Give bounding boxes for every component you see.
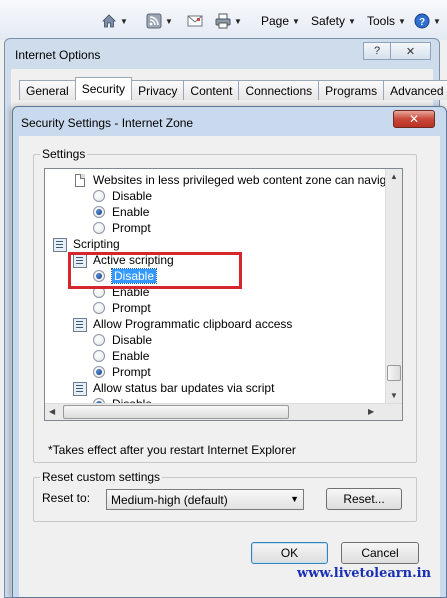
tab-programs[interactable]: Programs bbox=[318, 80, 385, 100]
script-icon bbox=[53, 237, 67, 252]
tab-general[interactable]: General bbox=[19, 80, 76, 100]
option-label: Disable bbox=[112, 333, 153, 347]
ie-command-bar: ▼ ▼ ▼ Page ▼ Safety ▼ Tools ▼ ? ▼ bbox=[0, 0, 447, 40]
reset-group-label: Reset custom settings bbox=[40, 470, 163, 484]
highlight-annotation-box bbox=[68, 252, 242, 289]
feeds-button[interactable]: ▼ bbox=[146, 12, 173, 30]
radio-button[interactable] bbox=[93, 302, 105, 314]
scroll-down-icon[interactable]: ▼ bbox=[390, 391, 398, 400]
radio-option[interactable]: Enable bbox=[93, 348, 149, 364]
document-icon bbox=[75, 173, 85, 187]
ok-button[interactable]: OK bbox=[251, 542, 328, 564]
tab-advanced[interactable]: Advanced bbox=[383, 80, 447, 100]
close-icon: ✕ bbox=[408, 112, 420, 126]
scroll-right-icon[interactable]: ▶ bbox=[368, 407, 374, 416]
tab-privacy[interactable]: Privacy bbox=[131, 80, 185, 100]
radio-option[interactable]: Enable bbox=[93, 204, 149, 220]
page-menu[interactable]: Page ▼ bbox=[261, 12, 300, 30]
home-button[interactable]: ▼ bbox=[101, 12, 128, 30]
close-button[interactable]: ✕ bbox=[393, 110, 435, 128]
setting-label: Websites in less privileged web content … bbox=[93, 173, 403, 187]
scroll-left-icon[interactable]: ◀ bbox=[49, 407, 55, 416]
radio-button[interactable] bbox=[93, 190, 105, 202]
tab-connections[interactable]: Connections bbox=[238, 80, 320, 100]
print-icon bbox=[215, 13, 231, 29]
list-item[interactable]: Allow status bar updates via script bbox=[73, 380, 274, 396]
radio-button[interactable] bbox=[93, 334, 105, 346]
home-icon bbox=[101, 13, 117, 29]
reset-to-label: Reset to: bbox=[42, 491, 91, 505]
radio-button[interactable] bbox=[93, 222, 105, 234]
radio-option[interactable]: Disable bbox=[93, 188, 152, 204]
cancel-button[interactable]: Cancel bbox=[341, 542, 419, 564]
option-label: Prompt bbox=[112, 301, 151, 315]
chevron-down-icon: ▼ bbox=[348, 16, 356, 26]
safety-menu-label: Safety bbox=[311, 14, 346, 28]
tools-menu-label: Tools bbox=[367, 14, 396, 28]
safety-menu[interactable]: Safety ▼ bbox=[311, 12, 356, 30]
option-label: Enable bbox=[112, 205, 150, 219]
help-icon: ? bbox=[414, 13, 430, 29]
radio-option[interactable]: Prompt bbox=[93, 364, 151, 380]
script-icon bbox=[73, 381, 87, 396]
radio-button[interactable] bbox=[93, 350, 105, 362]
option-label: Prompt bbox=[112, 365, 151, 379]
help-button[interactable]: ? bbox=[363, 42, 391, 60]
scroll-up-icon[interactable]: ▲ bbox=[390, 172, 398, 181]
reset-level-value: Medium-high (default) bbox=[111, 492, 228, 507]
help-button[interactable]: ? ▼ bbox=[414, 12, 441, 30]
internet-options-tabs: General Security Privacy Content Connect… bbox=[19, 77, 447, 100]
radio-button-selected[interactable] bbox=[93, 366, 105, 378]
horizontal-scroll-thumb[interactable] bbox=[63, 405, 289, 419]
setting-label: Allow Programmatic clipboard access bbox=[93, 317, 293, 331]
read-mail-button[interactable] bbox=[187, 12, 203, 30]
chevron-down-icon: ▼ bbox=[398, 16, 406, 26]
horizontal-scrollbar[interactable]: ◀ ▶ bbox=[45, 403, 402, 420]
internet-options-title: Internet Options bbox=[15, 48, 101, 62]
option-label: Disable bbox=[112, 189, 153, 203]
settings-listbox[interactable]: Websites in less privileged web content … bbox=[44, 168, 403, 421]
category-label: Scripting bbox=[73, 237, 120, 251]
page-menu-label: Page bbox=[261, 14, 290, 28]
chevron-down-icon[interactable]: ▼ bbox=[165, 17, 173, 26]
restart-note: *Takes effect after you restart Internet… bbox=[48, 443, 296, 457]
watermark-text: www.livetolearn.in bbox=[297, 566, 432, 581]
rss-feed-icon bbox=[146, 13, 162, 29]
settings-group-label: Settings bbox=[40, 147, 88, 161]
tab-security[interactable]: Security bbox=[74, 77, 133, 100]
chevron-down-icon: ▼ bbox=[290, 494, 299, 504]
svg-text:?: ? bbox=[419, 17, 425, 28]
option-label: Prompt bbox=[112, 221, 151, 235]
option-label: Enable bbox=[112, 349, 150, 363]
radio-option[interactable]: Prompt bbox=[93, 300, 151, 316]
tools-menu[interactable]: Tools ▼ bbox=[367, 12, 406, 30]
radio-button-selected[interactable] bbox=[93, 206, 105, 218]
reset-button[interactable]: Reset... bbox=[326, 488, 402, 510]
reset-level-select[interactable]: Medium-high (default) ▼ bbox=[106, 489, 304, 510]
list-item[interactable]: Websites in less privileged web content … bbox=[75, 172, 403, 188]
internet-options-caption-buttons: ? ✕ bbox=[363, 42, 431, 60]
list-category: Scripting bbox=[53, 236, 120, 252]
close-button[interactable]: ✕ bbox=[391, 42, 431, 60]
setting-label: Allow status bar updates via script bbox=[93, 381, 275, 395]
tab-content[interactable]: Content bbox=[183, 80, 240, 100]
script-icon bbox=[73, 317, 87, 332]
chevron-down-icon[interactable]: ▼ bbox=[234, 17, 242, 26]
list-item[interactable]: Allow Programmatic clipboard access bbox=[73, 316, 292, 332]
radio-option[interactable]: Disable bbox=[93, 332, 152, 348]
chevron-down-icon[interactable]: ▼ bbox=[120, 17, 128, 26]
print-button[interactable]: ▼ bbox=[215, 12, 242, 30]
mail-icon bbox=[187, 13, 203, 29]
chevron-down-icon: ▼ bbox=[292, 16, 300, 26]
chevron-down-icon[interactable]: ▼ bbox=[433, 17, 441, 26]
vertical-scroll-thumb[interactable] bbox=[387, 365, 401, 381]
vertical-scrollbar[interactable]: ▲ ▼ bbox=[385, 169, 402, 405]
radio-option[interactable]: Prompt bbox=[93, 220, 151, 236]
dialog-title: Security Settings - Internet Zone bbox=[21, 116, 194, 130]
